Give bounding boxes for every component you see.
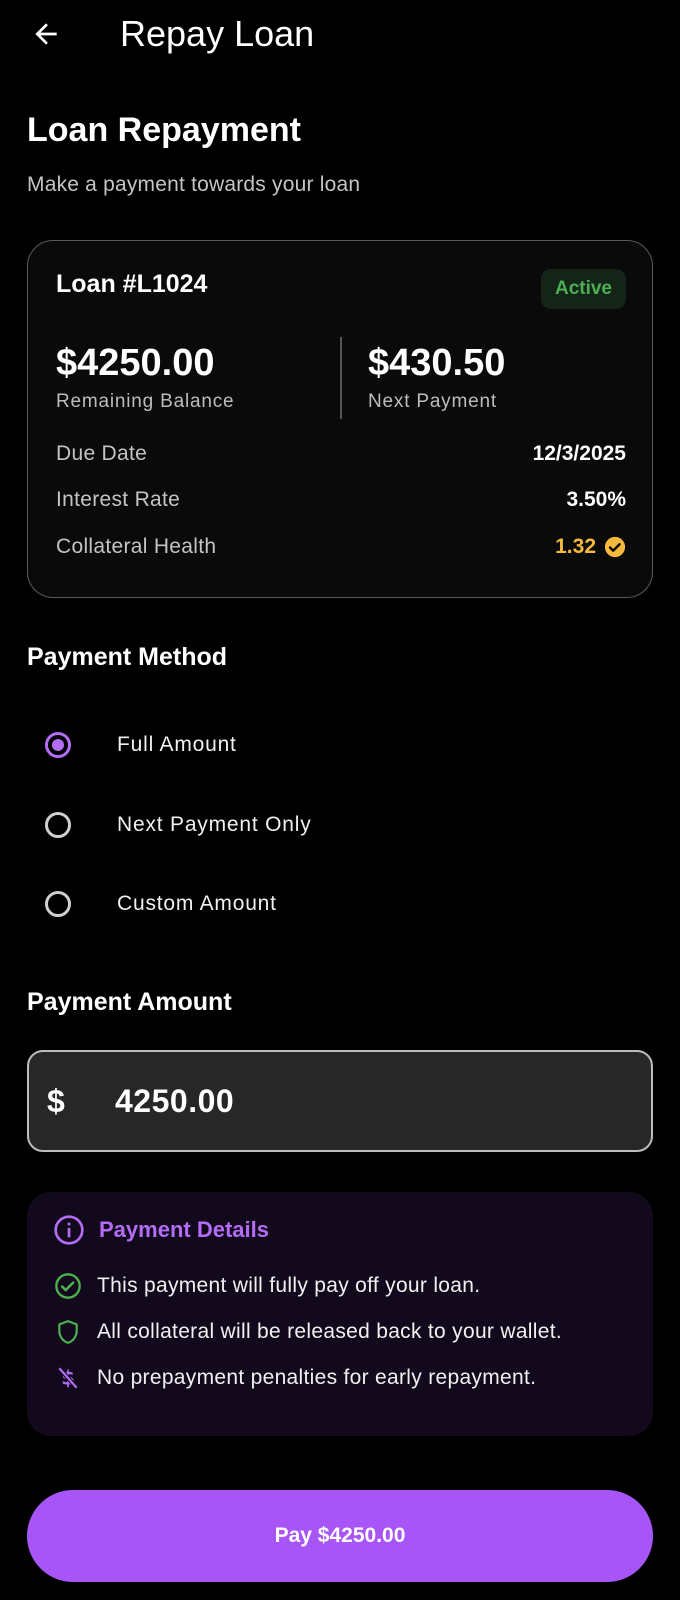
payment-amount-value[interactable]: 4250.00 xyxy=(115,1083,234,1120)
radio-button[interactable] xyxy=(45,891,71,917)
detail-text: All collateral will be released back to … xyxy=(97,1320,562,1343)
detail-item: This payment will fully pay off your loa… xyxy=(53,1268,633,1304)
arrow-left-icon xyxy=(35,23,57,45)
shield-icon xyxy=(58,1320,78,1344)
payment-method-title: Payment Method xyxy=(27,643,228,671)
back-button[interactable] xyxy=(28,16,64,52)
radio-next-payment-only[interactable]: Next Payment Only xyxy=(27,790,653,860)
payment-amount-input[interactable]: $ 4250.00 xyxy=(27,1050,653,1152)
detail-item: All collateral will be released back to … xyxy=(53,1314,633,1350)
info-icon xyxy=(54,1215,84,1245)
check-circle-outline-icon xyxy=(55,1273,81,1299)
status-badge: Active xyxy=(540,269,626,309)
radio-button[interactable] xyxy=(45,812,71,838)
interest-rate-label: Interest Rate xyxy=(56,488,181,511)
page-title: Loan Repayment xyxy=(27,111,301,149)
radio-full-amount[interactable]: Full Amount xyxy=(27,710,653,780)
payment-details-box: Payment Details This payment will fully … xyxy=(27,1192,653,1436)
remaining-balance-amount: $4250.00 xyxy=(56,342,215,384)
radio-label: Next Payment Only xyxy=(117,813,312,836)
due-date-label: Due Date xyxy=(56,442,148,465)
collateral-health-label: Collateral Health xyxy=(56,535,217,558)
radio-button-checked[interactable] xyxy=(45,732,71,758)
pay-button[interactable]: Pay $4250.00 xyxy=(27,1490,653,1582)
loan-summary-card: Loan #L1024 Active $4250.00 Remaining Ba… xyxy=(27,240,653,598)
check-circle-icon xyxy=(604,536,626,558)
radio-label: Custom Amount xyxy=(117,892,277,915)
collateral-health-number: 1.32 xyxy=(555,535,596,558)
next-payment-amount: $430.50 xyxy=(368,342,506,384)
radio-label: Full Amount xyxy=(117,733,237,756)
remaining-balance-label: Remaining Balance xyxy=(56,391,235,412)
payment-amount-title: Payment Amount xyxy=(27,988,232,1016)
currency-prefix: $ xyxy=(47,1082,65,1119)
interest-rate-value: 3.50% xyxy=(566,488,626,511)
detail-item: $ No prepayment penalties for early repa… xyxy=(53,1360,633,1396)
radio-custom-amount[interactable]: Custom Amount xyxy=(27,869,653,939)
detail-text: This payment will fully pay off your loa… xyxy=(97,1274,481,1297)
page-subtitle: Make a payment towards your loan xyxy=(27,173,361,196)
money-off-icon: $ xyxy=(57,1367,79,1390)
due-date-value: 12/3/2025 xyxy=(532,442,626,465)
loan-id: Loan #L1024 xyxy=(56,270,208,298)
next-payment-label: Next Payment xyxy=(368,391,497,412)
detail-text: No prepayment penalties for early repaym… xyxy=(97,1366,537,1389)
appbar-title: Repay Loan xyxy=(120,13,315,54)
divider xyxy=(340,337,342,419)
payment-details-title: Payment Details xyxy=(99,1217,269,1242)
collateral-health-value: 1.32 xyxy=(555,532,626,562)
